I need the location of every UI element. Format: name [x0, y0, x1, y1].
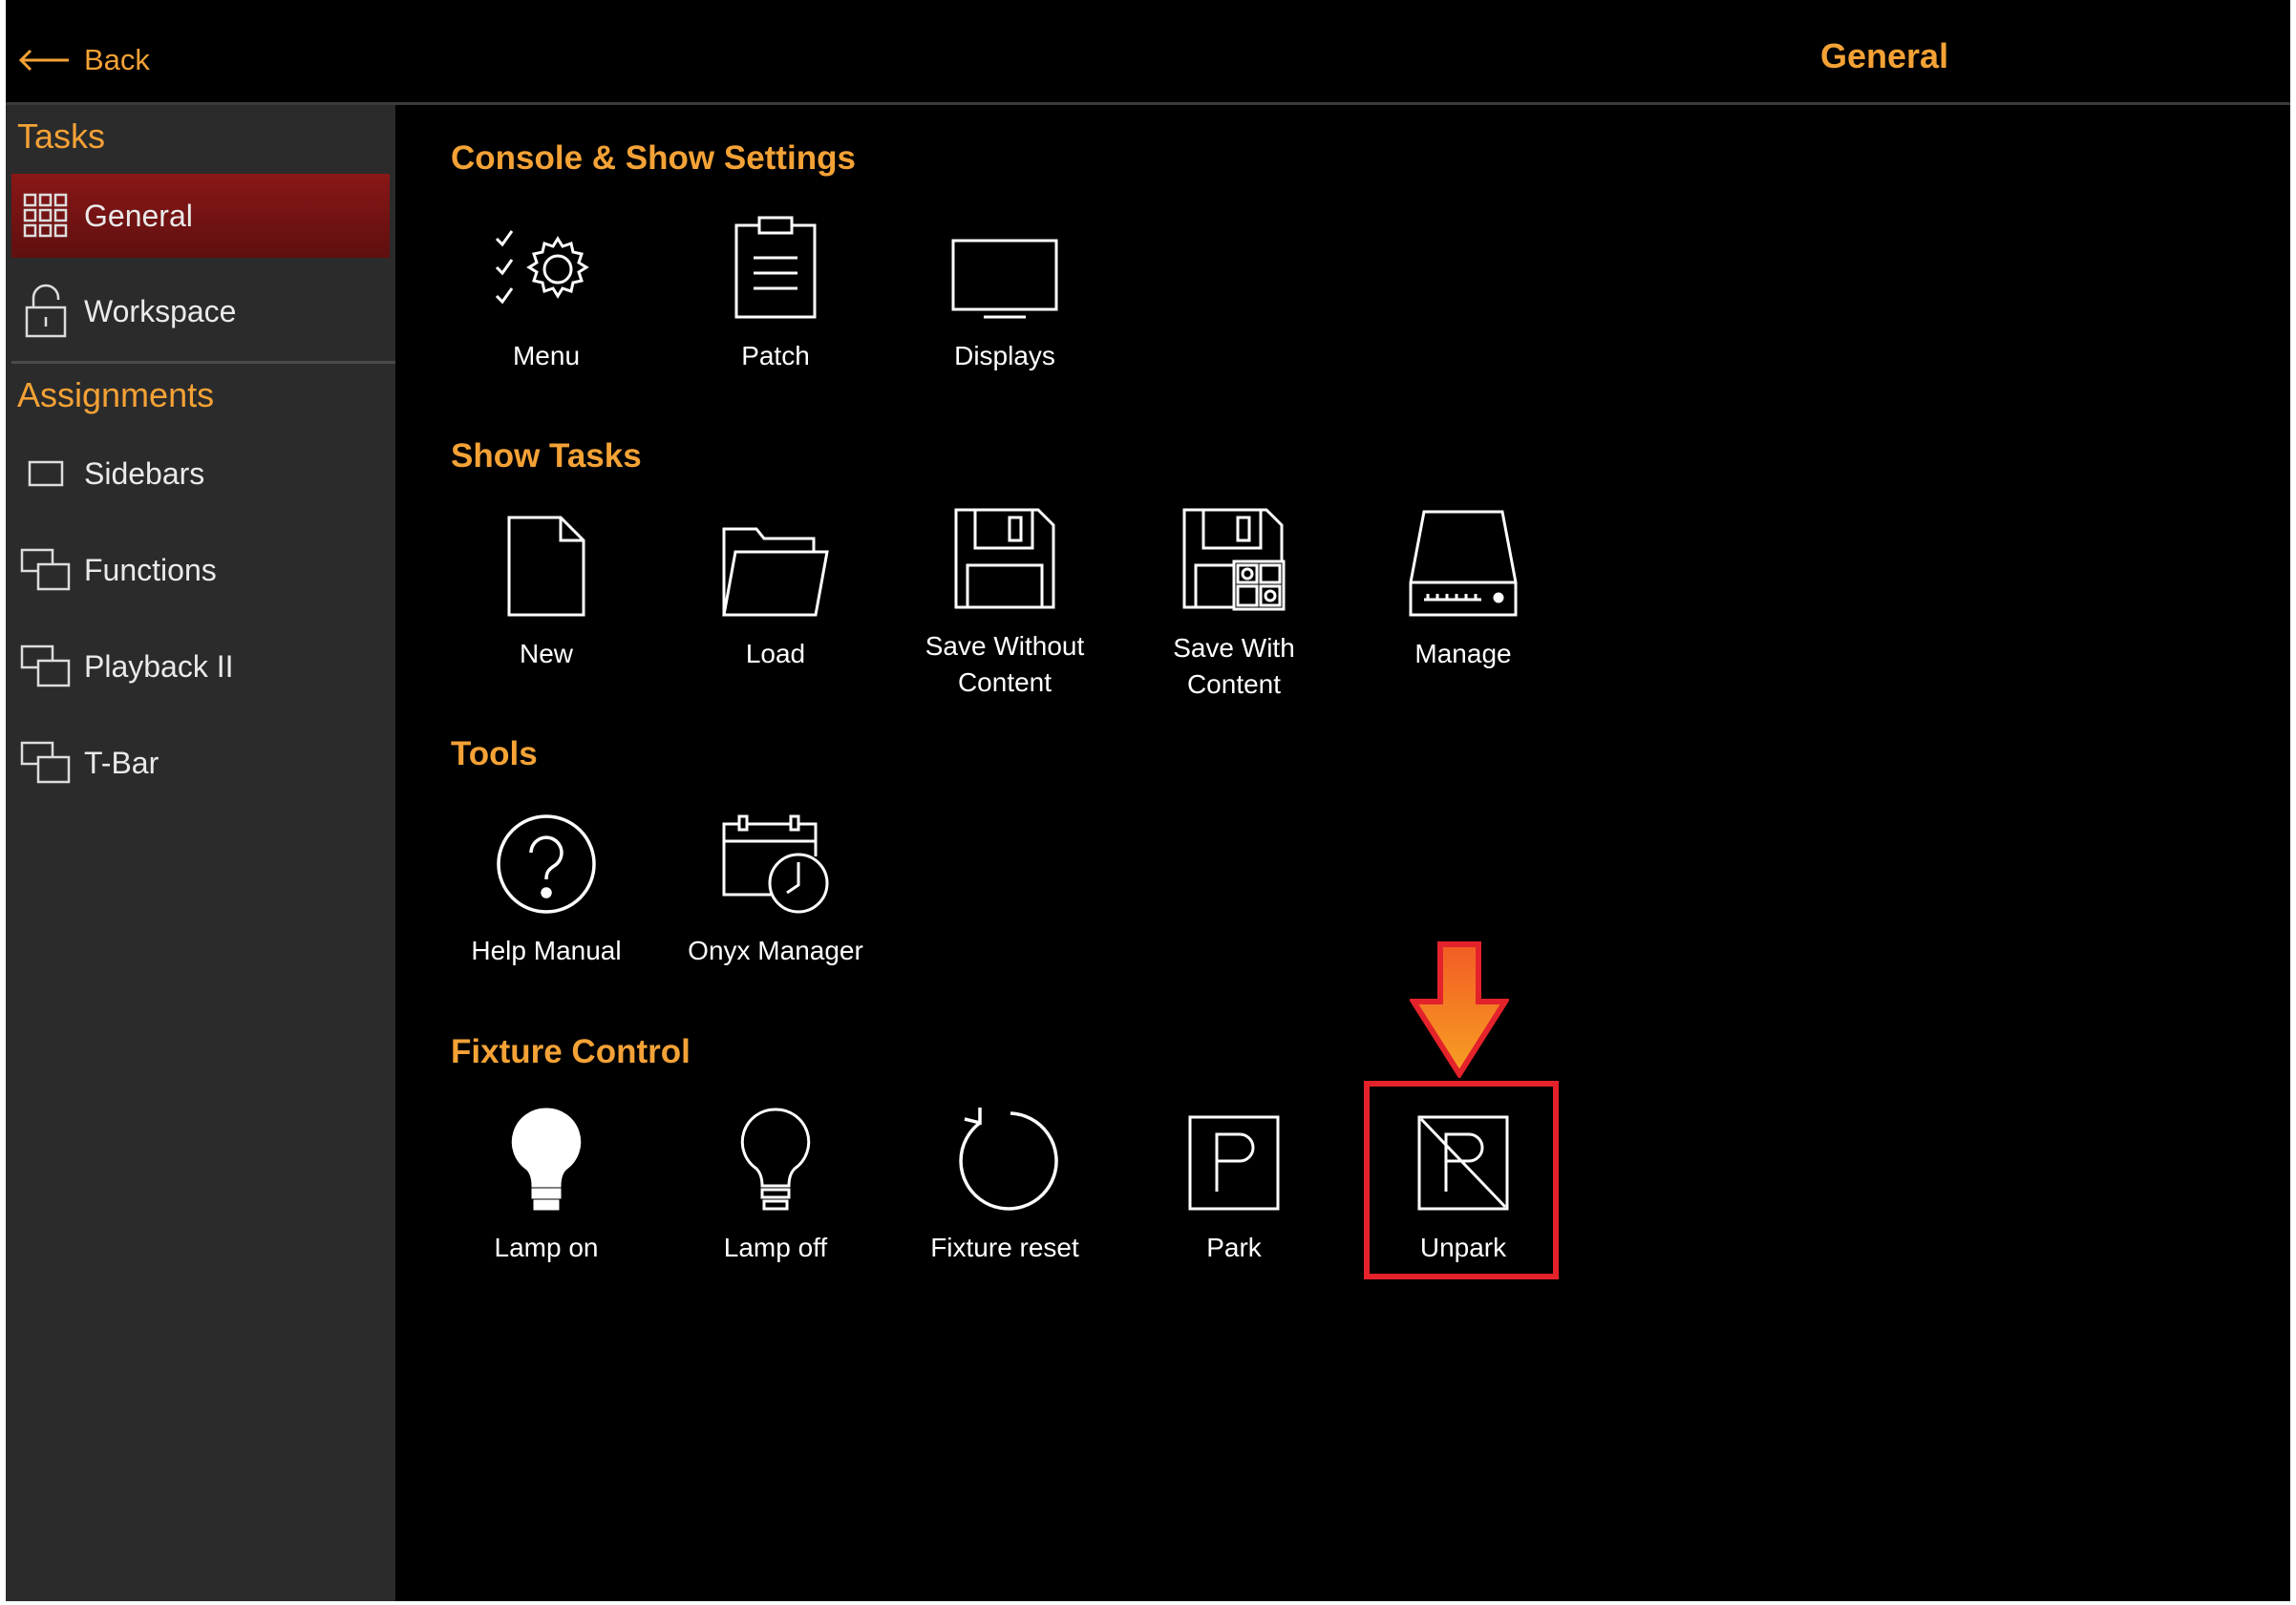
bulb-filled-icon [508, 1100, 585, 1213]
load-button[interactable]: Load [670, 506, 881, 697]
tile-label: Displays [954, 341, 1055, 370]
tile-label: Fixture reset [930, 1233, 1079, 1262]
sidebar-divider [11, 361, 395, 364]
page-title: General [1820, 36, 1949, 75]
tile-label: New [519, 639, 573, 668]
tile-label: Load [745, 639, 806, 668]
tile-label: Manage [1414, 639, 1512, 668]
sidebar-item-label: Sidebars [84, 455, 205, 491]
app-window: Back General Tasks General Workspace Ass… [6, 0, 2290, 1601]
menu-button[interactable]: Menu [441, 208, 651, 399]
sidebar-item-label: Playback II [84, 648, 234, 684]
windows-icon [15, 732, 76, 793]
floppy-disk-content-icon [1180, 506, 1287, 613]
back-label: Back [84, 43, 150, 76]
calendar-clock-icon [720, 803, 831, 916]
group-title-show-tasks: Show Tasks [451, 437, 642, 475]
group-title-fixture-control: Fixture Control [451, 1033, 691, 1070]
manage-button[interactable]: Manage [1358, 506, 1568, 697]
sidebar-item-label: Workspace [84, 293, 237, 328]
lamp-on-button[interactable]: Lamp on [441, 1100, 651, 1291]
assignments-section-title: Assignments [17, 375, 215, 414]
sidebar-item-label: Functions [84, 552, 217, 587]
park-button[interactable]: Park [1129, 1100, 1339, 1291]
rectangle-icon [15, 443, 76, 504]
tile-label: Patch [741, 341, 810, 370]
tile-label: Menu [512, 341, 581, 370]
header-bar: Back General [6, 0, 2290, 105]
patch-button[interactable]: Patch [670, 208, 881, 399]
sidebar: Tasks General Workspace Assignments Side… [6, 105, 395, 1601]
tile-label: Save With Content [1173, 633, 1295, 699]
back-button[interactable]: Back [17, 33, 150, 87]
sidebar-item-label: General [84, 198, 193, 233]
save-with-content-button[interactable]: Save With Content [1129, 506, 1339, 699]
drive-icon [1407, 506, 1520, 619]
sidebar-item-sidebars[interactable]: Sidebars [11, 432, 390, 516]
folder-icon [720, 506, 831, 619]
tile-label: Lamp on [494, 1233, 599, 1262]
onyx-manager-button[interactable]: Onyx Manager [670, 803, 881, 994]
new-file-icon [503, 506, 589, 619]
tile-label: Unpark [1419, 1233, 1507, 1262]
clipboard-icon [733, 208, 818, 321]
sidebar-item-t-bar[interactable]: T-Bar [11, 721, 390, 805]
bulb-outline-icon [737, 1100, 814, 1213]
fixture-reset-button[interactable]: Fixture reset [900, 1100, 1110, 1291]
unpark-button[interactable]: Unpark [1358, 1100, 1568, 1291]
sidebar-item-workspace[interactable]: Workspace [11, 269, 390, 353]
help-manual-button[interactable]: Help Manual [441, 803, 651, 994]
windows-icon [15, 636, 76, 697]
arrow-left-icon [18, 49, 69, 72]
tile-label: Lamp off [723, 1233, 828, 1262]
grid-icon [15, 185, 76, 246]
tile-label: Park [1206, 1233, 1262, 1262]
reset-icon [951, 1100, 1058, 1213]
unlock-icon [15, 281, 76, 342]
main-panel: Console & Show Settings Menu Patch Displ… [395, 105, 2290, 1601]
monitor-icon [949, 208, 1060, 321]
lamp-off-button[interactable]: Lamp off [670, 1100, 881, 1291]
help-circle-icon [495, 803, 598, 916]
park-icon [1186, 1100, 1282, 1213]
group-title-tools: Tools [451, 735, 538, 772]
floppy-disk-icon [952, 506, 1057, 611]
new-button[interactable]: New [441, 506, 651, 697]
tile-label: Help Manual [471, 936, 622, 965]
windows-icon [15, 539, 76, 601]
group-title-console-show-settings: Console & Show Settings [451, 139, 856, 177]
tile-label: Save Without Content [925, 631, 1085, 697]
tile-label: Onyx Manager [688, 936, 863, 965]
displays-button[interactable]: Displays [900, 208, 1110, 399]
sidebar-item-playback-ii[interactable]: Playback II [11, 624, 390, 708]
unpark-icon [1415, 1100, 1511, 1213]
sidebar-item-general[interactable]: General [11, 174, 390, 258]
sidebar-item-functions[interactable]: Functions [11, 528, 390, 612]
gear-checklist-icon [489, 208, 604, 321]
tasks-section-title: Tasks [17, 116, 106, 156]
sidebar-item-label: T-Bar [84, 745, 159, 780]
save-without-content-button[interactable]: Save Without Content [900, 506, 1110, 697]
